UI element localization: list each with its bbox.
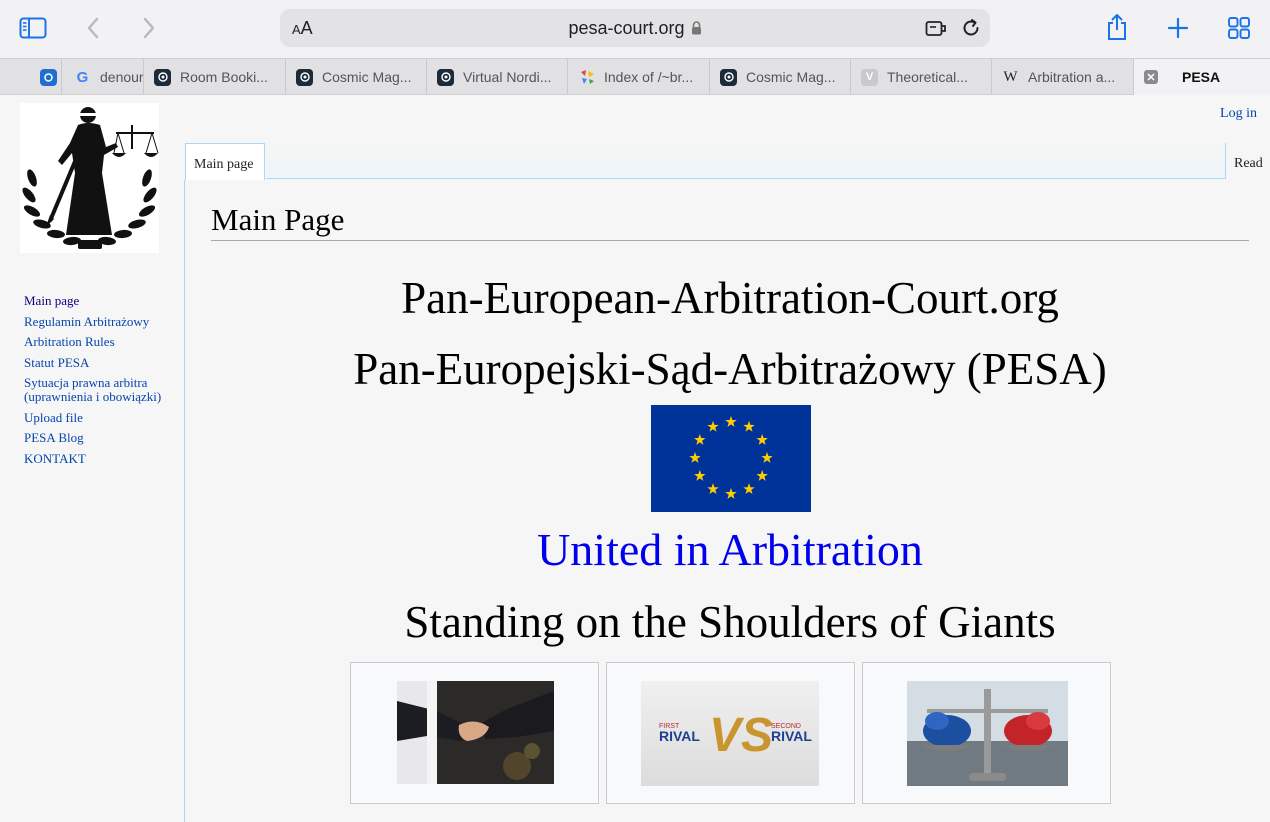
sidebar-item-arbitration-rules[interactable]: Arbitration Rules bbox=[24, 335, 174, 349]
sidebar-nav: Main page Regulamin Arbitrażowy Arbitrat… bbox=[24, 294, 174, 472]
url-text: pesa-court.org bbox=[568, 18, 685, 38]
gallery-frame-handshake[interactable] bbox=[350, 662, 599, 804]
address-bar[interactable]: AA pesa-court.org bbox=[280, 9, 990, 47]
login-link[interactable]: Log in bbox=[1220, 106, 1257, 122]
sidebar-toggle-icon[interactable] bbox=[18, 16, 48, 40]
browser-toolbar: AA pesa-court.org bbox=[0, 0, 1270, 58]
subheadline: Standing on the Shoulders of Giants bbox=[404, 597, 1056, 647]
sidebar-item-blog[interactable]: PESA Blog bbox=[24, 431, 174, 445]
sidebar-item-statut[interactable]: Statut PESA bbox=[24, 355, 174, 370]
tab-index-of[interactable]: Index of /~br... bbox=[568, 59, 710, 95]
sidebar: Main page Regulamin Arbitrażowy Arbitrat… bbox=[0, 95, 184, 822]
tab-title: PESA bbox=[1182, 69, 1221, 85]
tab-title: Arbitration a... bbox=[1028, 69, 1116, 85]
tab-read[interactable]: Read bbox=[1234, 156, 1263, 172]
wikipedia-icon: W bbox=[1003, 68, 1018, 85]
lock-icon bbox=[691, 19, 702, 40]
headline-english: Pan-European-Arbitration-Court.org bbox=[401, 273, 1059, 323]
cosmic-icon bbox=[40, 68, 57, 86]
sidebar-item-regulamin[interactable]: Regulamin Arbitrażowy bbox=[24, 314, 174, 329]
reload-icon[interactable] bbox=[960, 17, 982, 39]
vs-label: VS bbox=[709, 709, 773, 762]
sidebar-item-kontakt[interactable]: KONTAKT bbox=[24, 451, 174, 466]
new-tab-icon[interactable] bbox=[1166, 16, 1190, 40]
site-logo[interactable] bbox=[20, 103, 159, 253]
handshake-image bbox=[397, 681, 554, 784]
page-tabs: Main page Read bbox=[185, 143, 1270, 180]
tab-room-booking[interactable]: Room Booki... bbox=[144, 59, 286, 95]
tab-theoretical[interactable]: V Theoretical... bbox=[851, 59, 992, 95]
eu-star bbox=[694, 470, 706, 481]
tab-bar: G denour Room Booki... Cosmic Mag... Vir… bbox=[0, 58, 1270, 95]
tab-main-page[interactable]: Main page bbox=[185, 143, 265, 180]
tab-arbitration-wiki[interactable]: W Arbitration a... bbox=[992, 59, 1134, 95]
first-rival-label: RIVAL bbox=[659, 728, 700, 744]
first-rival-vs-second-rival-image: FIRST RIVAL VS SECOND RIVAL bbox=[641, 681, 819, 786]
tab-title: Virtual Nordi... bbox=[463, 69, 552, 85]
page-title: Main Page bbox=[211, 202, 1249, 241]
eu-star bbox=[743, 483, 755, 495]
v-icon: V bbox=[861, 68, 878, 86]
google-icon: G bbox=[76, 68, 89, 86]
tab-title: Index of /~br... bbox=[604, 69, 694, 85]
gallery-frame-scales[interactable] bbox=[862, 662, 1111, 804]
url-field[interactable]: pesa-court.org bbox=[280, 18, 990, 40]
sidebar-item-upload-file[interactable]: Upload file bbox=[24, 410, 174, 425]
tab-title: Cosmic Mag... bbox=[746, 69, 836, 85]
close-icon[interactable]: ✕ bbox=[1144, 70, 1158, 84]
cosmic-icon bbox=[296, 68, 313, 86]
forward-icon[interactable] bbox=[138, 16, 160, 40]
cosmic-icon bbox=[154, 68, 171, 86]
tab-cosmic-mag-1[interactable]: Cosmic Mag... bbox=[286, 59, 427, 95]
back-icon[interactable] bbox=[82, 16, 104, 40]
eu-flag-image bbox=[651, 405, 811, 512]
eu-star bbox=[707, 483, 719, 495]
sidebar-item-sytuacja-prawna[interactable]: Sytuacja prawna arbitra (uprawnienia i o… bbox=[24, 376, 174, 404]
tab-virtual-nordic[interactable]: Virtual Nordi... bbox=[427, 59, 568, 95]
eu-star bbox=[756, 434, 768, 445]
tab-denour[interactable]: G denour bbox=[62, 59, 144, 95]
tab-cosmic-mag-2[interactable]: Cosmic Mag... bbox=[710, 59, 851, 95]
headline-polish: Pan-Europejski-Sąd-Arbitrażowy (PESA) bbox=[353, 344, 1107, 394]
tab-title: Theoretical... bbox=[887, 69, 968, 85]
cosmic-icon bbox=[437, 68, 454, 86]
share-icon[interactable] bbox=[1104, 12, 1130, 42]
eu-star bbox=[694, 434, 706, 445]
tab-pesa[interactable]: ✕ PESA bbox=[1134, 59, 1270, 95]
gallery-frame-rivals[interactable]: FIRST RIVAL VS SECOND RIVAL bbox=[606, 662, 855, 804]
second-rival-label: RIVAL bbox=[771, 728, 812, 744]
eu-star bbox=[761, 452, 773, 463]
eu-star bbox=[725, 416, 737, 427]
slogan-link[interactable]: United in Arbitration bbox=[185, 523, 1270, 576]
tab-title: Room Booki... bbox=[180, 69, 268, 85]
eu-star bbox=[725, 488, 737, 499]
tab-title: denour bbox=[100, 69, 144, 85]
tab-overview-icon[interactable] bbox=[1227, 16, 1251, 40]
eu-star bbox=[756, 470, 768, 481]
eu-star bbox=[743, 420, 755, 432]
extension-icon[interactable] bbox=[924, 18, 948, 38]
tab-pinned[interactable] bbox=[0, 59, 62, 95]
cosmic-icon bbox=[720, 68, 737, 86]
eu-star bbox=[707, 420, 719, 432]
web-page: Main page Regulamin Arbitrażowy Arbitrat… bbox=[0, 95, 1270, 822]
scales-boxing-gloves-image bbox=[907, 681, 1068, 786]
sidebar-item-main-page[interactable]: Main page bbox=[24, 294, 174, 308]
tab-title: Cosmic Mag... bbox=[322, 69, 412, 85]
main-content: Main Page Pan-European-Arbitration-Court… bbox=[185, 180, 1270, 822]
colorful-icon bbox=[578, 69, 595, 86]
eu-star bbox=[689, 452, 701, 463]
tab-strip-fill bbox=[266, 143, 1226, 179]
